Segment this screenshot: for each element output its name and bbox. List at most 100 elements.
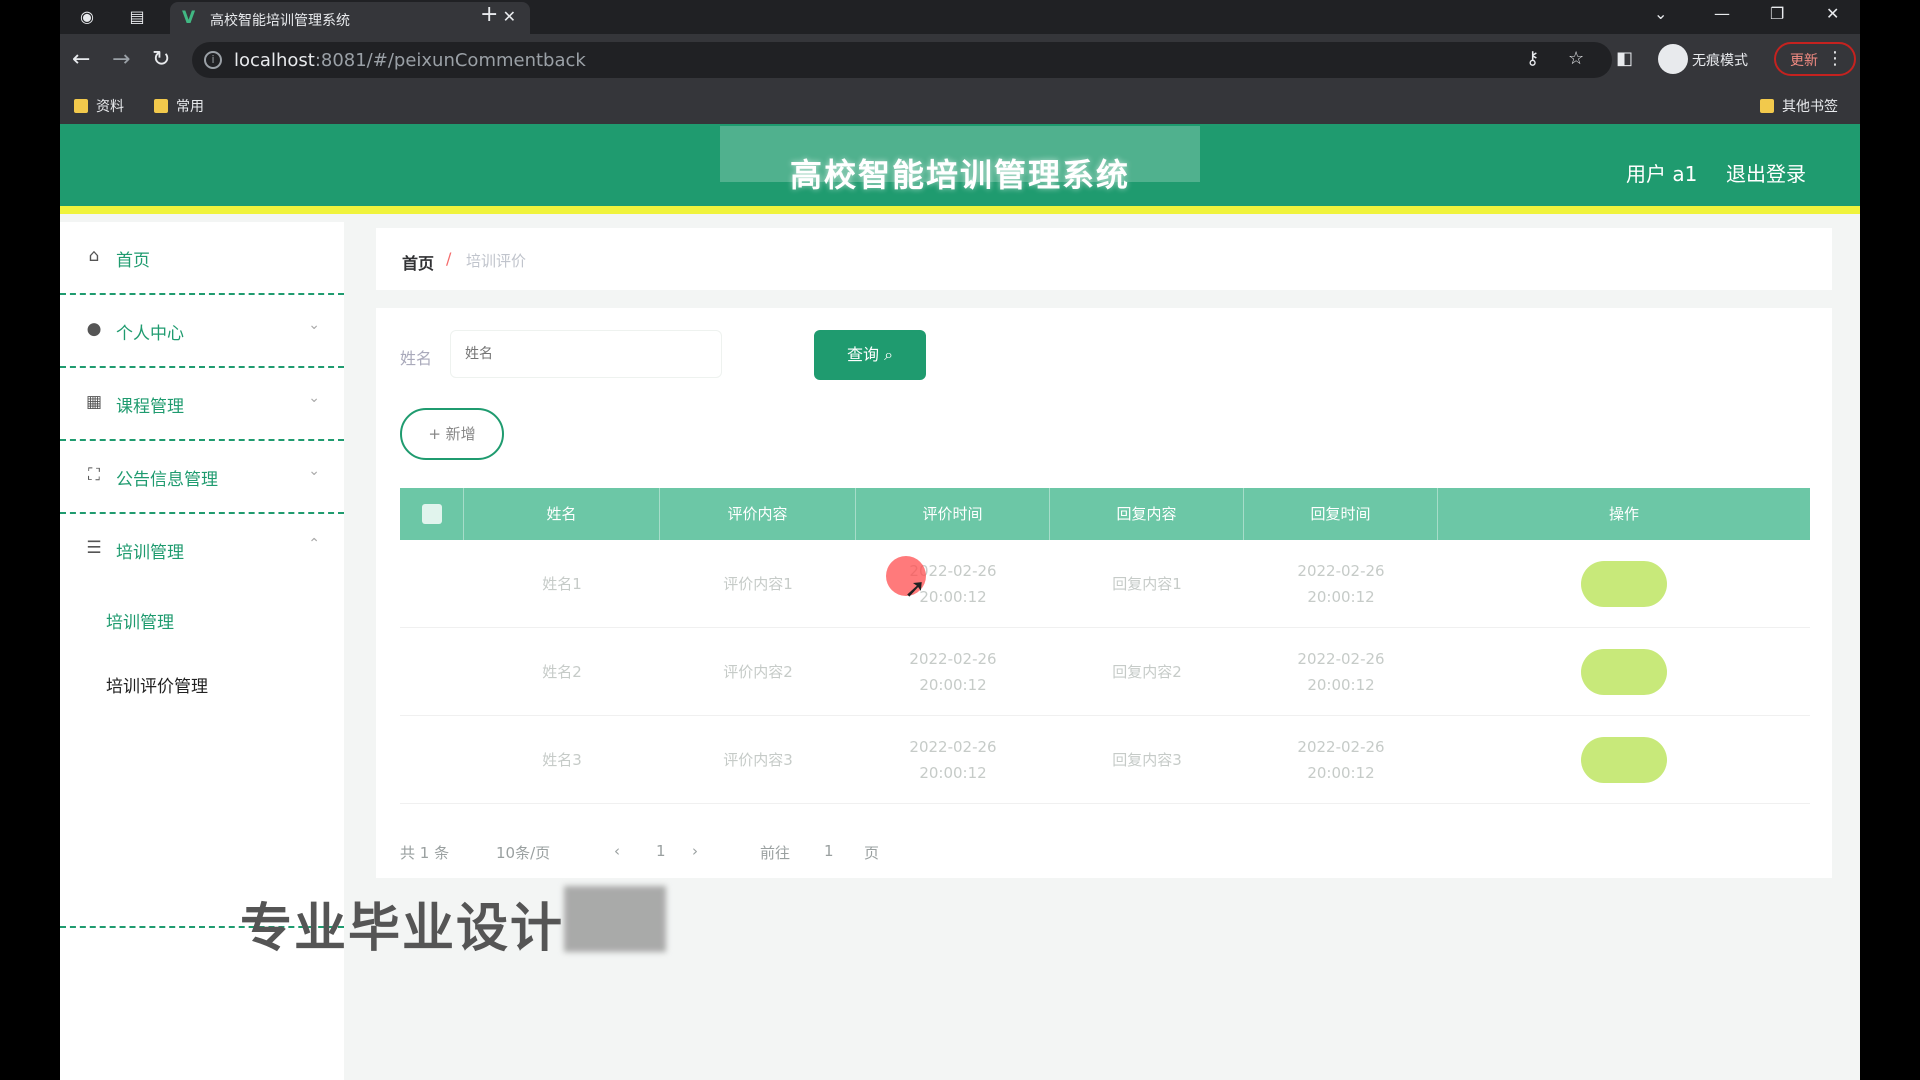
sidebar-item-label: 首页 bbox=[116, 251, 150, 271]
sidebar-item-training[interactable]: ☰ 培训管理 ⌃ bbox=[60, 514, 344, 587]
table-row[interactable]: 姓名3 评价内容3 2022-02-26 20:00:12 回复内容3 2022… bbox=[400, 716, 1810, 804]
more-menu-icon[interactable]: ⋮ bbox=[1826, 48, 1844, 69]
cell-content: 评价内容1 bbox=[723, 575, 793, 593]
goto-label: 前往 bbox=[760, 844, 791, 862]
user-icon: ● bbox=[86, 319, 102, 339]
column-header[interactable]: 评价时间 bbox=[856, 488, 1050, 540]
key-icon[interactable]: ⚷ bbox=[1526, 48, 1539, 69]
table-row[interactable]: 姓名1 评价内容1 2022-02-26 20:00:12 回复内容1 2022… bbox=[400, 540, 1810, 628]
cell-operation bbox=[1438, 716, 1810, 804]
sidebar-item-label: 个人中心 bbox=[116, 324, 184, 344]
submenu-training-evaluation[interactable]: 培训评价管理 bbox=[60, 652, 344, 716]
chevron-down-icon: ⌄ bbox=[308, 390, 320, 406]
cell-content: 评价内容2 bbox=[723, 663, 793, 681]
submenu-label: 培训管理 bbox=[106, 613, 174, 633]
row-checkbox-cell[interactable] bbox=[400, 628, 464, 716]
breadcrumb-home[interactable]: 首页 bbox=[402, 250, 434, 274]
reload-icon[interactable]: ↻ bbox=[152, 47, 170, 73]
pagination: 共 1 条 10条/页 ‹ 1 › 前往 1 页 bbox=[400, 842, 1200, 872]
cell-reply-time: 2022-02-26 20:00:12 bbox=[1297, 650, 1385, 694]
browser-tab[interactable]: V 高校智能培训管理系统 ✕ bbox=[170, 2, 530, 34]
minimize-icon[interactable]: — bbox=[1714, 4, 1730, 23]
cell-name: 姓名3 bbox=[542, 751, 582, 769]
cell-reply-time: 2022-02-26 20:00:12 bbox=[1297, 738, 1385, 782]
bookmark-star-icon[interactable]: ☆ bbox=[1568, 48, 1584, 69]
next-page-icon[interactable]: › bbox=[692, 842, 698, 860]
url-host: localhost bbox=[234, 50, 315, 71]
folder-icon bbox=[74, 99, 88, 113]
name-search-input[interactable] bbox=[450, 330, 722, 378]
search-button[interactable]: 查询 ⌕ bbox=[814, 330, 926, 380]
table-row[interactable]: 姓名2 评价内容2 2022-02-26 20:00:12 回复内容2 2022… bbox=[400, 628, 1810, 716]
column-header[interactable]: 姓名 bbox=[464, 488, 660, 540]
cell-name: 姓名1 bbox=[542, 575, 582, 593]
mouse-cursor-icon: ➚ bbox=[904, 574, 926, 604]
column-header[interactable]: 回复时间 bbox=[1244, 488, 1438, 540]
bookmark-folder-1[interactable]: 资料 bbox=[74, 96, 124, 116]
detail-button[interactable] bbox=[1581, 649, 1667, 695]
restore-icon[interactable]: ❐ bbox=[1770, 4, 1784, 23]
goto-page-input[interactable]: 1 bbox=[824, 842, 834, 860]
detail-button[interactable] bbox=[1581, 737, 1667, 783]
new-tab-icon[interactable]: + bbox=[480, 2, 498, 27]
side-panel-icon[interactable]: ◧ bbox=[1616, 48, 1633, 69]
sidebar-item-label: 公告信息管理 bbox=[116, 470, 218, 490]
forward-icon[interactable]: → bbox=[112, 47, 130, 73]
select-all-cell bbox=[400, 488, 464, 540]
back-icon[interactable]: ← bbox=[72, 47, 90, 73]
expand-icon: ⛶ bbox=[88, 465, 100, 485]
page-number[interactable]: 1 bbox=[656, 842, 666, 860]
update-button[interactable]: 更新 ⋮ bbox=[1774, 42, 1856, 76]
submenu-training-manage[interactable]: 培训管理 bbox=[60, 588, 344, 652]
column-header: 操作 bbox=[1608, 505, 1639, 523]
watermark-text: 专业毕业设计 bbox=[240, 899, 565, 959]
window-close-icon[interactable]: ✕ bbox=[1826, 4, 1839, 23]
bookmark-label: 资料 bbox=[96, 99, 124, 115]
site-info-icon[interactable]: i bbox=[204, 51, 222, 69]
bookmark-folder-2[interactable]: 常用 bbox=[154, 96, 204, 116]
bookmark-label: 常用 bbox=[176, 99, 204, 115]
screen: ◉ ▤ V 高校智能培训管理系统 ✕ + ⌄ — ❐ ✕ ← → ↻ i loc… bbox=[60, 0, 1860, 1080]
app-title: 高校智能培训管理系统 bbox=[789, 156, 1130, 194]
book-icon: ▦ bbox=[85, 392, 103, 412]
tab-list-chevron-icon[interactable]: ⌄ bbox=[1654, 4, 1667, 23]
cell-reply: 回复内容3 bbox=[1112, 751, 1182, 769]
browser-toolbar: ← → ↻ i localhost:8081/#/peixunCommentba… bbox=[60, 34, 1860, 86]
cell-operation bbox=[1438, 628, 1810, 716]
breadcrumb-separator: / bbox=[446, 249, 452, 268]
sidebar-item-courses[interactable]: ▦ 课程管理 ⌄ bbox=[60, 368, 344, 441]
sidebar-item-notices[interactable]: ⛶ 公告信息管理 ⌄ bbox=[60, 441, 344, 514]
cell-time: 2022-02-26 20:00:12 bbox=[909, 650, 997, 694]
column-header[interactable]: 回复内容 bbox=[1050, 488, 1244, 540]
list-icon: ☰ bbox=[86, 538, 102, 558]
other-bookmarks[interactable]: 其他书签 bbox=[1760, 96, 1838, 116]
address-bar[interactable]: i localhost:8081/#/peixunCommentback bbox=[192, 42, 1612, 78]
logout-link[interactable]: 退出登录 bbox=[1726, 158, 1806, 187]
vue-favicon-icon: V bbox=[182, 8, 196, 28]
cell-reply-time: 2022-02-26 20:00:12 bbox=[1297, 562, 1385, 606]
incognito-label: 无痕模式 bbox=[1692, 53, 1748, 69]
pagination-total: 共 1 条 bbox=[400, 844, 450, 862]
page-suffix: 页 bbox=[864, 844, 880, 862]
column-header[interactable]: 评价内容 bbox=[660, 488, 856, 540]
row-checkbox-cell[interactable] bbox=[400, 540, 464, 628]
sidebar-item-profile[interactable]: ● 个人中心 ⌄ bbox=[60, 295, 344, 368]
incognito-icon[interactable] bbox=[1658, 44, 1688, 74]
sidebar-item-home[interactable]: ⌂ 首页 bbox=[60, 222, 344, 295]
page-size-select[interactable]: 10条/页 bbox=[496, 842, 550, 863]
add-button[interactable]: + 新增 bbox=[400, 408, 504, 460]
watermark-blur bbox=[564, 886, 666, 952]
cell-reply: 回复内容1 bbox=[1112, 575, 1182, 593]
select-all-checkbox[interactable] bbox=[422, 504, 442, 524]
browser-app-icon[interactable]: ◉ bbox=[76, 6, 98, 28]
cell-name: 姓名2 bbox=[542, 663, 582, 681]
row-checkbox-cell[interactable] bbox=[400, 716, 464, 804]
folder-icon bbox=[1760, 99, 1774, 113]
tab-search-icon[interactable]: ▤ bbox=[126, 6, 148, 28]
prev-page-icon[interactable]: ‹ bbox=[614, 842, 620, 860]
sidebar-item-label: 培训管理 bbox=[116, 543, 184, 563]
detail-button[interactable] bbox=[1581, 561, 1667, 607]
tab-close-icon[interactable]: ✕ bbox=[503, 7, 516, 26]
search-label: 姓名 bbox=[400, 349, 433, 368]
cell-reply: 回复内容2 bbox=[1112, 663, 1182, 681]
